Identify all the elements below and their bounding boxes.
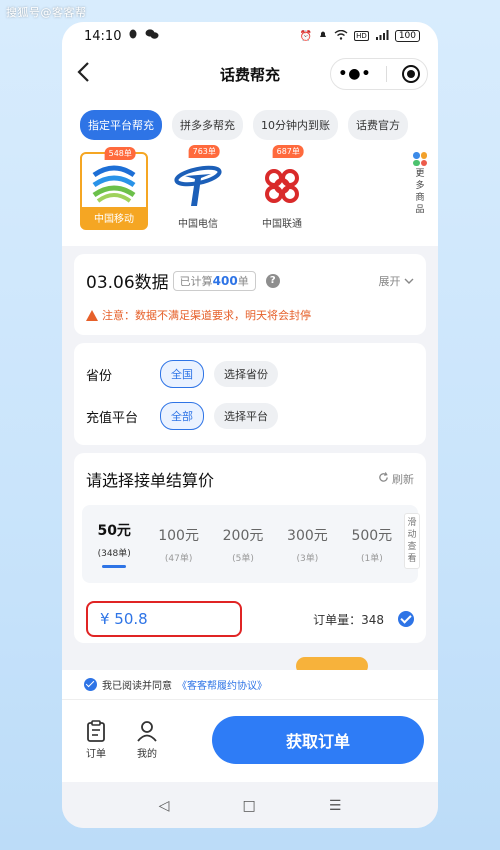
watermark: 搜狐号@客客帮 <box>6 6 87 19</box>
bottom-panel: 我已阅读并同意 《客客帮履约协议》 订单 我的 获取订单 <box>62 670 438 782</box>
category-section: 指定平台帮充 拼多多帮充 10分钟内到账 话费官方 548单 中国移动 763单… <box>62 98 438 246</box>
system-nav-bar: ◁ □ ☰ <box>62 784 438 828</box>
refresh-icon <box>378 472 388 482</box>
refresh-button[interactable]: 刷新 <box>378 471 414 487</box>
agreement-checkbox[interactable] <box>84 678 97 691</box>
nav-home-icon[interactable]: □ <box>242 798 255 814</box>
price-row: ¥ 50.8 订单量：348 <box>74 601 426 637</box>
mini-program-capsule: •●• <box>330 58 428 90</box>
order-count-badge: 763单 <box>188 145 220 158</box>
price-section-title: 请选择接单结算价 <box>86 471 215 490</box>
status-bar: 14:10 ⏰ HD 100 <box>62 22 438 50</box>
back-icon[interactable] <box>76 61 96 88</box>
china-unicom-logo-icon <box>252 160 312 211</box>
china-telecom-logo-icon <box>168 160 228 211</box>
tab-official[interactable]: 话费官方 <box>348 110 408 140</box>
carrier-name: 中国联通 <box>262 219 302 230</box>
select-checkbox[interactable] <box>398 611 414 627</box>
mute-icon <box>318 30 328 43</box>
expand-button[interactable]: 展开 <box>379 273 415 289</box>
daily-data-card: 03.06数据 已计算400单 ? 展开 注意：数据不满足渠道要求，明天将会封停 <box>74 254 426 335</box>
data-date-title: 03.06数据 <box>86 273 169 293</box>
settlement-price-card: 请选择接单结算价 刷新 50元 (348单) 100元 (47单) 200元 (… <box>74 453 426 643</box>
orders-button[interactable]: 订单 <box>86 720 106 760</box>
more-dots-icon[interactable]: •●• <box>338 66 371 82</box>
tab-pinduoduo[interactable]: 拼多多帮充 <box>172 110 243 140</box>
carrier-china-mobile[interactable]: 548单 中国移动 <box>80 147 148 230</box>
action-bar: 订单 我的 获取订单 <box>62 700 438 780</box>
nav-back-icon[interactable]: ◁ <box>159 798 170 814</box>
agreement-row[interactable]: 我已阅读并同意 《客客帮履约协议》 <box>62 670 438 700</box>
clipboard-icon <box>87 720 105 742</box>
order-count-badge: 687单 <box>272 145 304 158</box>
help-icon[interactable]: ? <box>265 273 280 288</box>
battery-icon: 100 <box>394 30 420 42</box>
tab-designated-platform[interactable]: 指定平台帮充 <box>80 110 162 140</box>
amount-option-500[interactable]: 500元 (1单) <box>340 525 404 564</box>
carrier-china-unicom[interactable]: 687单 中国联通 <box>248 145 316 230</box>
user-icon <box>137 721 157 742</box>
phone-screen: 14:10 ⏰ HD 100 话费帮充 •●• 指定平台帮充 拼多多帮充 10分… <box>62 22 438 828</box>
order-count-badge: 548单 <box>104 147 136 160</box>
get-orders-button[interactable]: 获取订单 <box>212 716 424 764</box>
amount-option-200[interactable]: 200元 (5单) <box>211 525 275 564</box>
alarm-icon: ⏰ <box>299 30 313 42</box>
filter-tabs: 指定平台帮充 拼多多帮充 10分钟内到账 话费官方 <box>80 110 438 140</box>
platform-all-chip[interactable]: 全部 <box>160 402 204 430</box>
select-province-chip[interactable]: 选择省份 <box>214 361 278 387</box>
province-row: 省份 全国 选择省份 <box>86 353 414 395</box>
scroll-hint: 滑 动 查 看 <box>404 513 420 569</box>
china-mobile-logo-icon <box>84 162 144 207</box>
amount-option-50[interactable]: 50元 (348单) <box>82 520 146 568</box>
calculated-count: 已计算400单 <box>172 270 256 291</box>
warning-notice: 注意：数据不满足渠道要求，明天将会封停 <box>86 307 414 323</box>
order-quantity: 订单量：348 <box>313 612 384 627</box>
nav-bar: 话费帮充 •●• <box>62 50 438 98</box>
carrier-list: 548单 中国移动 763单 中国电信 687单 中国联通 更 多 商 品 <box>80 145 438 236</box>
qq-icon <box>127 28 139 44</box>
wechat-icon <box>145 28 159 44</box>
platform-label: 充值平台 <box>86 410 139 426</box>
settlement-price: ¥ 50.8 <box>86 601 242 637</box>
amount-option-300[interactable]: 300元 (3单) <box>275 525 339 564</box>
chevron-down-icon <box>404 278 414 284</box>
more-products-button[interactable]: 更 多 商 品 <box>410 152 430 216</box>
tab-ten-minutes[interactable]: 10分钟内到账 <box>253 110 338 140</box>
agreement-link[interactable]: 《客客帮履约协议》 <box>177 677 267 692</box>
carrier-name: 中国电信 <box>178 219 218 230</box>
signal-icon <box>375 29 389 43</box>
filter-card: 省份 全国 选择省份 充值平台 全部 选择平台 <box>74 343 426 445</box>
hd-icon: HD <box>354 31 369 41</box>
amount-option-100[interactable]: 100元 (47单) <box>146 525 210 564</box>
carrier-china-telecom[interactable]: 763单 中国电信 <box>164 145 232 230</box>
grid-icon <box>413 152 427 166</box>
platform-row: 充值平台 全部 选择平台 <box>86 395 414 437</box>
close-target-icon[interactable] <box>401 65 420 83</box>
status-time: 14:10 <box>84 28 122 44</box>
amount-selector: 50元 (348单) 100元 (47单) 200元 (5单) 300元 (3单… <box>82 505 420 583</box>
nav-menu-icon[interactable]: ☰ <box>329 798 342 814</box>
province-all-chip[interactable]: 全国 <box>160 360 204 388</box>
warning-icon <box>86 309 98 321</box>
select-platform-chip[interactable]: 选择平台 <box>214 403 278 429</box>
wifi-icon <box>334 29 348 43</box>
province-label: 省份 <box>86 368 113 384</box>
mine-button[interactable]: 我的 <box>136 720 158 760</box>
carrier-name: 中国移动 <box>82 207 146 228</box>
